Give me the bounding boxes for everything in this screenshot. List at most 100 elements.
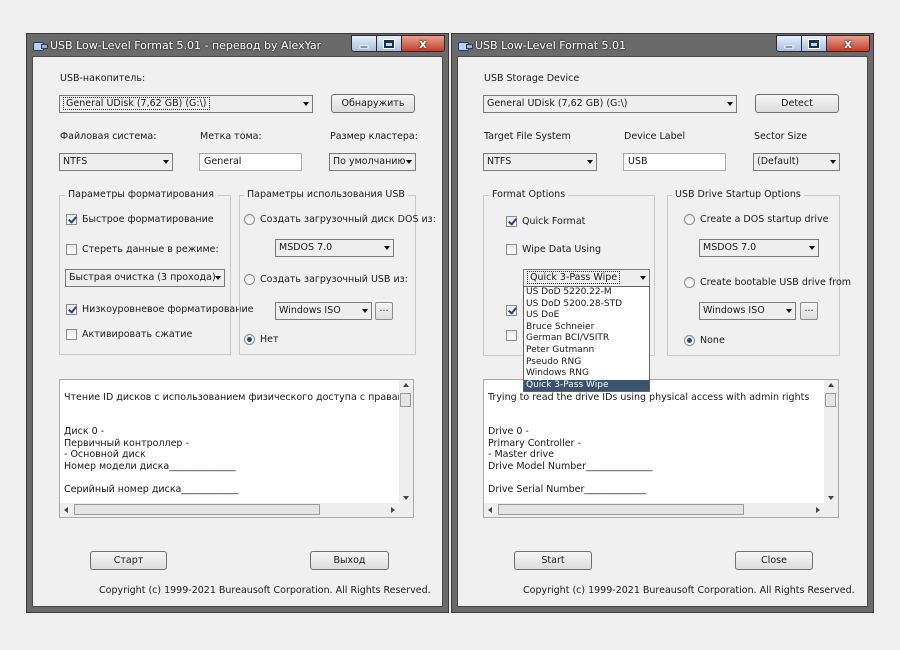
chevron-down-icon [587, 160, 593, 164]
maximize-button[interactable] [376, 35, 402, 52]
low-level-format-label: Низкоуровневое форматирование [82, 304, 254, 315]
wipe-option[interactable]: Windows RNG [524, 368, 649, 380]
vertical-scrollbar[interactable] [399, 380, 413, 503]
chevron-down-icon [727, 102, 733, 106]
window-title: USB Low-Level Format 5.01 - перевод by A… [50, 38, 322, 52]
arrow-up-icon [828, 383, 834, 387]
log-output[interactable]: Чтение ID дисков с использованием физиче… [59, 379, 414, 518]
file-system-label: Файловая система: [60, 131, 157, 142]
vertical-scrollbar[interactable] [824, 380, 838, 503]
arrow-right-icon [816, 507, 820, 513]
cluster-size-label: Размер кластера: [330, 131, 418, 142]
bootable-usb-radio[interactable]: Create bootable USB drive from [684, 277, 851, 288]
detect-button[interactable]: Обнаружить [331, 94, 415, 113]
arrow-right-icon [391, 507, 395, 513]
arrow-left-icon [488, 507, 492, 513]
file-system-select[interactable]: NTFS [483, 153, 597, 171]
wipe-option[interactable]: US DoD 5220.22-M [524, 287, 649, 299]
scroll-thumb[interactable] [74, 504, 320, 515]
log-line: Drive Serial Number_____________ [488, 484, 647, 495]
wipe-method-select[interactable]: Quick 3-Pass Wipe [523, 269, 650, 287]
scroll-corner [399, 503, 413, 517]
minimize-icon [784, 45, 794, 48]
wipe-method-dropdown[interactable]: US DoD 5220.22-M US DoD 5200.28-STD US D… [523, 286, 650, 393]
compression-checkbox[interactable]: Активировать сжатие [66, 329, 192, 340]
window-controls: x [776, 35, 870, 52]
dos-startup-radio[interactable]: Создать загрузочный диск DOS из: [244, 214, 436, 225]
close-window-button[interactable]: x [401, 35, 445, 52]
usb-device-value: General UDisk (7,62 GB) (G:\) [63, 97, 210, 110]
minimize-button[interactable] [776, 35, 802, 52]
maximize-button[interactable] [801, 35, 827, 52]
title-bar[interactable]: USB Low-Level Format 5.01 x [457, 34, 870, 56]
wipe-method-value: Quick 3-Pass Wipe [527, 271, 621, 284]
browse-button[interactable]: ... [375, 302, 393, 320]
wipe-data-checkbox[interactable]: Wipe Data Using [506, 244, 601, 255]
quick-format-label: Quick Format [522, 216, 586, 227]
checkbox-unchecked-icon [506, 330, 517, 341]
iso-source-select[interactable]: Windows ISO [699, 302, 796, 320]
dos-version-select[interactable]: MSDOS 7.0 [275, 239, 394, 257]
scroll-thumb[interactable] [400, 393, 411, 407]
none-label: None [700, 335, 725, 346]
wipe-option[interactable]: Pseudo RNG [524, 357, 649, 369]
device-label-input[interactable]: USB [623, 153, 726, 171]
cluster-size-select[interactable]: По умолчанию [329, 153, 416, 171]
horizontal-scrollbar[interactable] [60, 503, 399, 517]
file-system-select[interactable]: NTFS [59, 153, 173, 171]
sector-size-select[interactable]: (Default) [753, 153, 840, 171]
low-level-format-checkbox[interactable]: Низкоуровневое форматирование [66, 304, 253, 315]
minimize-icon [359, 45, 369, 48]
log-output[interactable]: Trying to read the drive IDs using physi… [483, 379, 839, 518]
iso-source-select[interactable]: Windows ISO [275, 302, 372, 320]
detect-button[interactable]: Detect [755, 94, 839, 113]
none-radio[interactable]: Нет [244, 334, 279, 345]
log-line: Trying to read the drive IDs using physi… [488, 392, 810, 403]
wipe-option[interactable]: Bruce Schneier [524, 322, 649, 334]
close-icon: x [419, 36, 427, 51]
wipe-method-select[interactable]: Быстрая очистка (3 прохода) [65, 269, 225, 287]
quick-format-checkbox[interactable]: Quick Format [506, 216, 585, 227]
wipe-option[interactable]: Peter Gutmann [524, 345, 649, 357]
wipe-option-selected[interactable]: Quick 3-Pass Wipe [524, 379, 649, 392]
dos-startup-label: Create a DOS startup drive [700, 214, 829, 225]
dos-version-select[interactable]: MSDOS 7.0 [699, 239, 819, 257]
wipe-data-checkbox[interactable]: Стереть данные в режиме: [66, 244, 219, 255]
quick-format-checkbox[interactable]: Быстрое форматирование [66, 214, 214, 225]
none-radio[interactable]: None [684, 335, 725, 346]
radio-off-icon [244, 214, 255, 225]
chevron-down-icon [215, 276, 221, 280]
close-button[interactable]: Close [735, 551, 813, 570]
usb-device-select[interactable]: General UDisk (7,62 GB) (G:\) [59, 95, 313, 113]
wipe-option[interactable]: US DoD 5200.28-STD [524, 299, 649, 311]
usb-device-select[interactable]: General UDisk (7,62 GB) (G:\) [483, 95, 737, 113]
log-line: - Основной диск [64, 449, 146, 460]
compression-label: Активировать сжатие [82, 329, 193, 340]
wipe-option[interactable]: US DoE [524, 310, 649, 322]
chevron-down-icon [830, 160, 836, 164]
maximize-icon [383, 38, 395, 49]
bootable-usb-radio[interactable]: Создать загрузочный USB из: [244, 274, 408, 285]
dos-startup-radio[interactable]: Create a DOS startup drive [684, 214, 829, 225]
checkbox-checked-icon [506, 216, 517, 227]
scroll-corner [824, 503, 838, 517]
wipe-option[interactable]: German BCI/VSITR [524, 333, 649, 345]
arrow-left-icon [64, 507, 68, 513]
start-button[interactable]: Start [514, 551, 592, 570]
browse-button[interactable]: ... [800, 302, 818, 320]
exit-button[interactable]: Выход [310, 551, 389, 570]
close-window-button[interactable]: x [826, 35, 870, 52]
horizontal-scrollbar[interactable] [484, 503, 824, 517]
scroll-thumb[interactable] [498, 504, 744, 515]
minimize-button[interactable] [351, 35, 377, 52]
volume-label-input[interactable]: General [199, 153, 302, 171]
arrow-down-icon [403, 496, 409, 500]
radio-off-icon [684, 277, 695, 288]
iso-source-value: Windows ISO [703, 305, 765, 316]
log-line: Primary Controller - [488, 438, 581, 449]
checkbox-checked-icon [66, 214, 77, 225]
scroll-thumb[interactable] [825, 393, 836, 407]
start-button[interactable]: Старт [90, 551, 167, 570]
copyright-text: Copyright (c) 1999-2021 Bureausoft Corpo… [523, 585, 855, 596]
title-bar[interactable]: USB Low-Level Format 5.01 - перевод by A… [32, 34, 445, 56]
